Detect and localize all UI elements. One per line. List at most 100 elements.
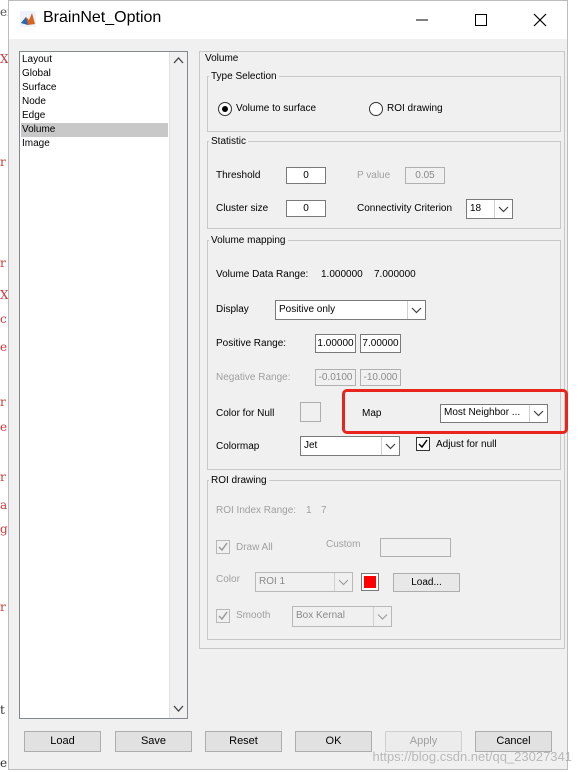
negative-range-label: Negative Range: (216, 372, 291, 383)
minimize-icon[interactable] (412, 10, 432, 30)
list-item-node[interactable]: Node (21, 95, 168, 109)
roi-index-max: 7 (321, 505, 327, 516)
list-item-surface[interactable]: Surface (21, 81, 168, 95)
maximize-icon[interactable] (471, 10, 491, 30)
background-fragment: a (0, 498, 8, 512)
chevron-down-icon (494, 200, 509, 218)
roi-index-min: 1 (306, 505, 312, 516)
checkmark-icon (218, 611, 228, 621)
watermark: https://blog.csdn.net/qq_23027341 (372, 749, 573, 764)
display-value: Positive only (279, 304, 336, 315)
data-range-label: Volume Data Range: (216, 269, 309, 280)
null-color-button[interactable] (300, 402, 321, 422)
list-item-edge[interactable]: Edge (21, 109, 168, 123)
roi-drawing-label[interactable]: ROI drawing (387, 103, 443, 114)
background-fragment: r (0, 395, 6, 409)
connectivity-label: Connectivity Criterion (357, 203, 453, 214)
roi-load-button[interactable]: Load... (393, 573, 460, 592)
connectivity-value: 18 (470, 203, 482, 214)
negative-max-input[interactable]: -10.000 (360, 369, 401, 386)
roi-select[interactable]: ROI 1 (255, 572, 353, 592)
chevron-down-icon (334, 573, 349, 591)
roi-drawing-title: ROI drawing (209, 475, 269, 486)
smooth-select-value: Box Kernal (296, 610, 345, 621)
positive-max-input[interactable]: 7.00000 (360, 334, 401, 353)
data-range-min: 1.000000 (321, 269, 363, 280)
background-fragment: t (0, 703, 5, 717)
background-fragment: r (0, 256, 6, 270)
color-for-null-label: Color for Null (216, 408, 275, 419)
display-select[interactable]: Positive only (275, 300, 426, 320)
background-fragment: e (0, 340, 8, 354)
data-range-max: 7.000000 (374, 269, 416, 280)
list-scrollbar[interactable] (169, 52, 187, 718)
list-item-image[interactable]: Image (21, 137, 168, 151)
volume-to-surface-radio[interactable] (218, 102, 232, 116)
statistic-group: Statistic Threshold 0 P value 0.05 Clust… (207, 136, 561, 229)
display-label: Display (216, 304, 249, 315)
pvalue-input[interactable]: 0.05 (405, 167, 445, 184)
volume-panel-title: Volume (203, 53, 241, 64)
title-bar[interactable]: BrainNet_Option (9, 1, 567, 39)
roi-select-value: ROI 1 (259, 576, 286, 587)
save-button[interactable]: Save (115, 731, 192, 752)
statistic-title: Statistic (209, 136, 249, 147)
volume-panel: Volume Type Selection Volume to surface … (199, 51, 565, 649)
adjust-null-label[interactable]: Adjust for null (436, 439, 497, 450)
threshold-input[interactable]: 0 (286, 167, 326, 184)
background-fragment: r (0, 470, 6, 484)
ok-button[interactable]: OK (295, 731, 372, 752)
reset-button[interactable]: Reset (205, 731, 282, 752)
background-fragment: c (0, 312, 7, 326)
smooth-select[interactable]: Box Kernal (292, 606, 392, 627)
volume-to-surface-label[interactable]: Volume to surface (236, 103, 316, 114)
positive-range-label: Positive Range: (216, 338, 287, 349)
smooth-label: Smooth (236, 610, 271, 621)
list-item-volume[interactable]: Volume (21, 123, 168, 137)
colormap-value: Jet (304, 440, 318, 451)
scroll-up-icon[interactable] (173, 56, 184, 64)
colormap-select[interactable]: Jet (300, 436, 400, 456)
checkmark-icon (418, 439, 428, 449)
volume-mapping-group: Volume mapping Volume Data Range: 1.0000… (207, 235, 561, 470)
cluster-size-input[interactable]: 0 (286, 200, 326, 217)
draw-all-label: Draw All (236, 542, 273, 553)
smooth-checkbox[interactable] (216, 609, 230, 623)
adjust-null-checkbox[interactable] (416, 437, 430, 451)
pvalue-label: P value (357, 170, 391, 181)
scroll-down-icon[interactable] (173, 705, 184, 713)
roi-drawing-radio[interactable] (369, 102, 383, 116)
close-icon[interactable] (530, 10, 550, 30)
options-dialog: BrainNet_Option Layout Global Surface No… (8, 0, 568, 770)
volume-mapping-title: Volume mapping (209, 235, 288, 246)
roi-drawing-group: ROI drawing ROI Index Range: 1 7 Draw Al… (207, 475, 561, 640)
connectivity-select[interactable]: 18 (466, 199, 513, 219)
positive-min-input[interactable]: 1.00000 (315, 334, 356, 353)
threshold-label: Threshold (216, 170, 261, 181)
cluster-size-label: Cluster size (216, 203, 269, 214)
background-fragment: e (0, 420, 8, 434)
type-selection-title: Type Selection (209, 71, 279, 82)
roi-color-label: Color (216, 574, 240, 585)
matlab-icon (20, 11, 36, 27)
negative-min-input[interactable]: -0.0100 (315, 369, 356, 386)
custom-input[interactable] (380, 538, 451, 557)
draw-all-checkbox[interactable] (216, 540, 230, 554)
category-list[interactable]: Layout Global Surface Node Edge Volume I… (19, 51, 188, 719)
roi-index-range-label: ROI Index Range: (216, 505, 297, 516)
load-button[interactable]: Load (24, 731, 101, 752)
background-fragment: g (0, 522, 8, 536)
roi-color-swatch[interactable] (361, 573, 379, 591)
chevron-down-icon (373, 607, 388, 626)
list-item-global[interactable]: Global (21, 67, 168, 81)
checkmark-icon (218, 542, 228, 552)
type-selection-group: Type Selection Volume to surface ROI dra… (207, 71, 561, 132)
window-title: BrainNet_Option (43, 9, 162, 26)
background-fragment: r (0, 155, 6, 169)
background-fragment: r (0, 600, 6, 614)
chevron-down-icon (407, 301, 422, 319)
list-item-layout[interactable]: Layout (21, 53, 168, 67)
colormap-label: Colormap (216, 441, 260, 452)
custom-label: Custom (326, 539, 361, 550)
chevron-down-icon (381, 437, 396, 455)
